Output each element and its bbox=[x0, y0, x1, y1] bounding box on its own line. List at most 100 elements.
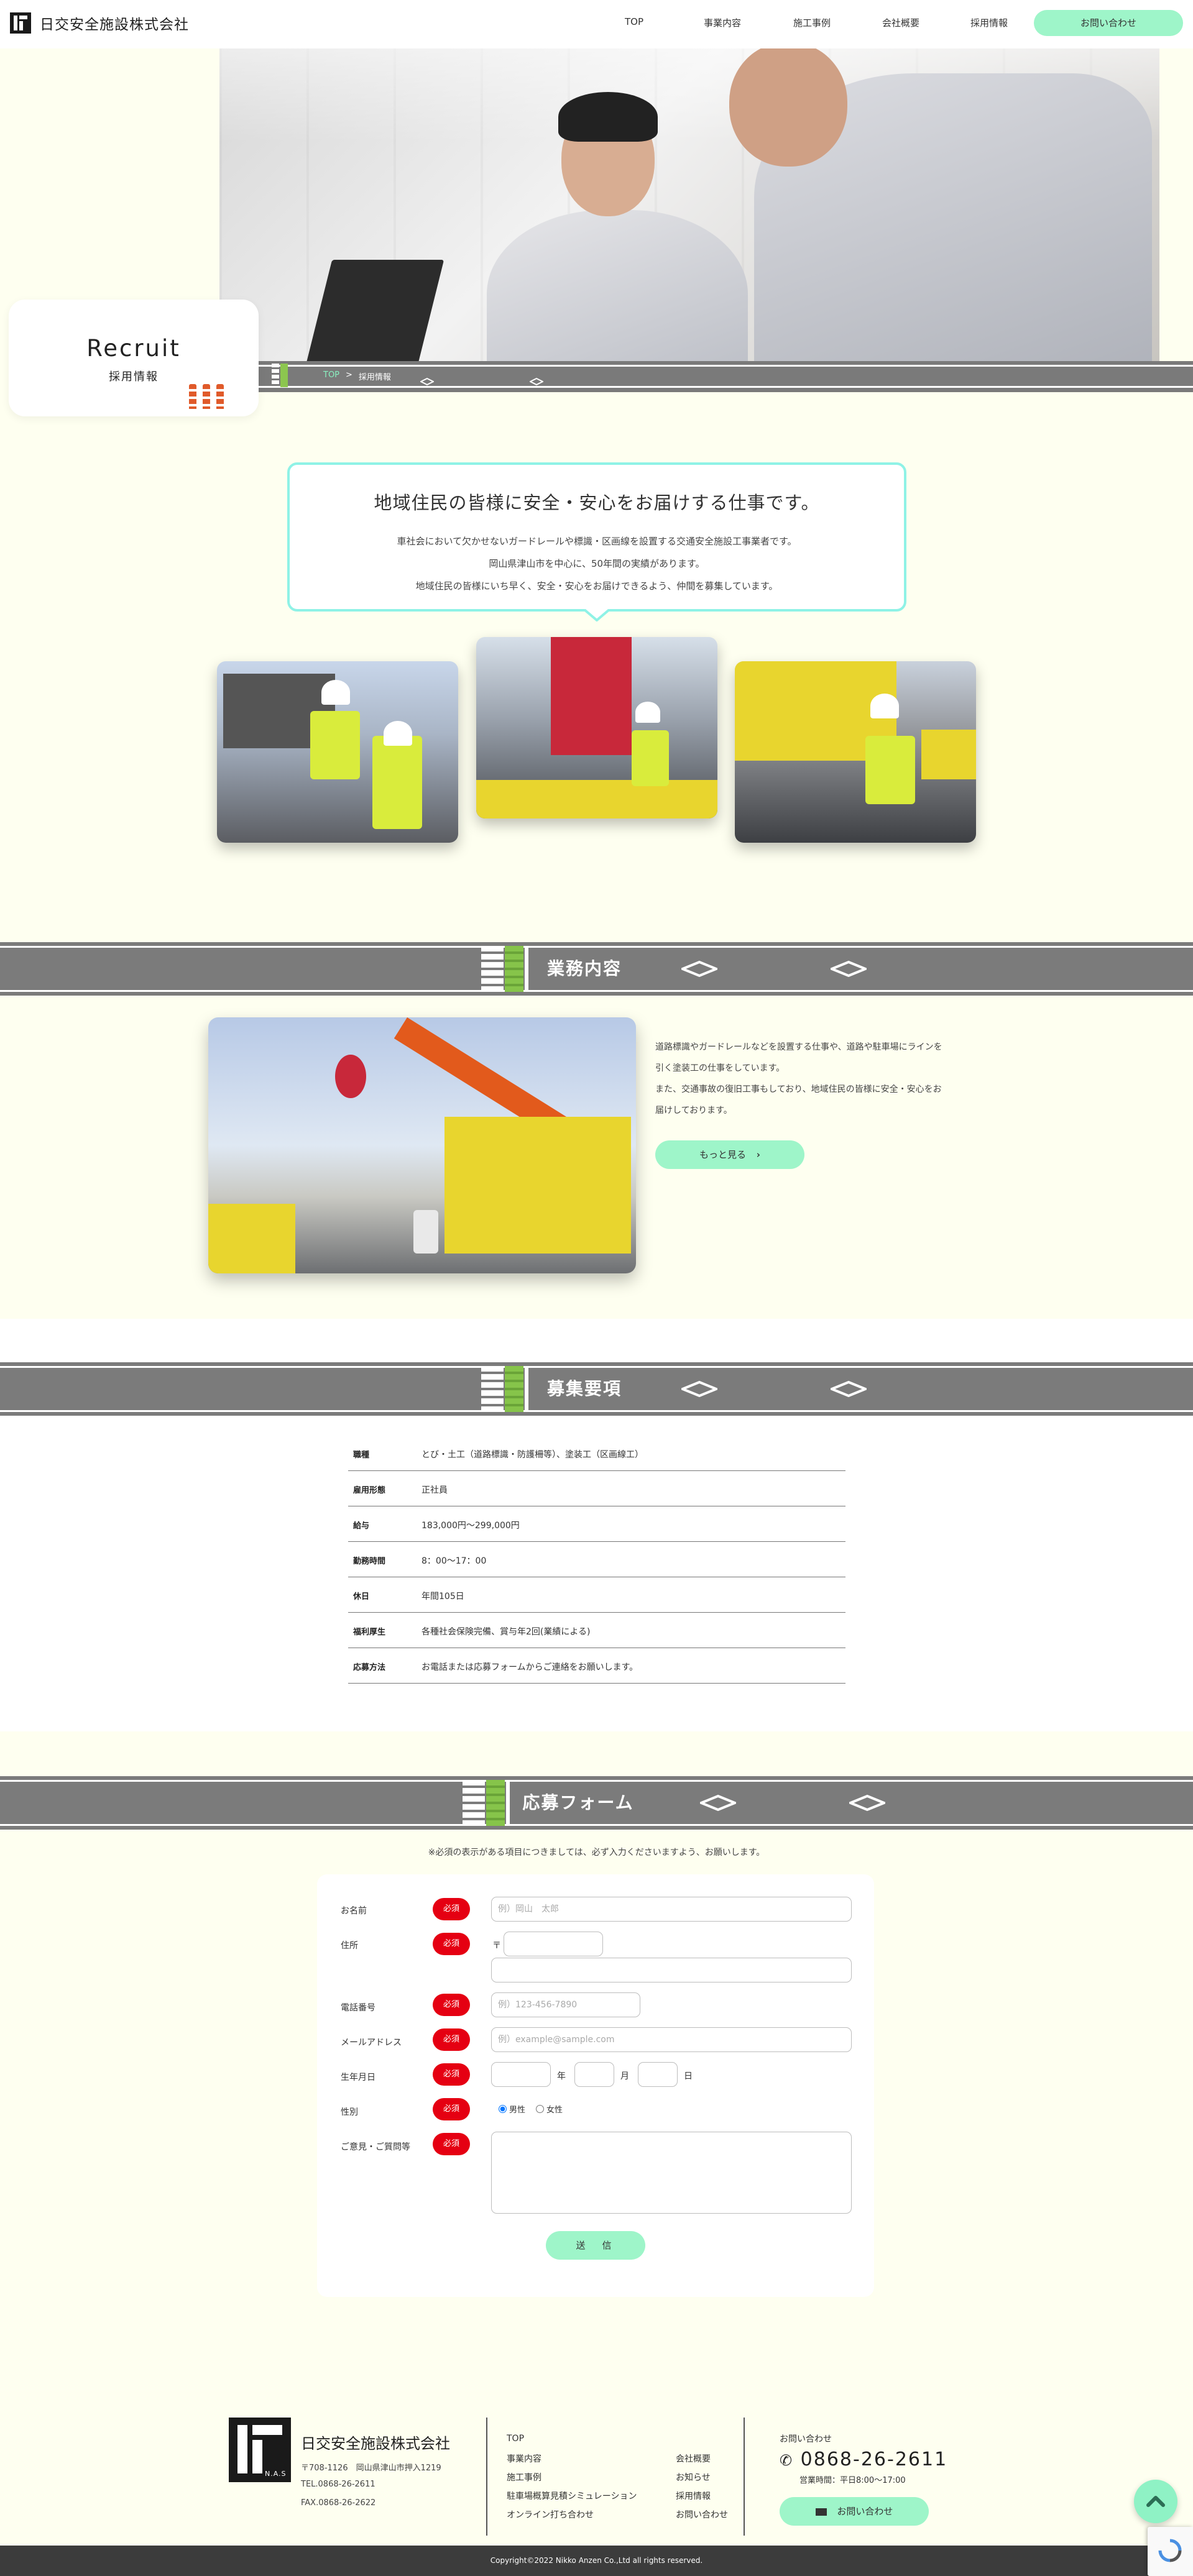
breadcrumb-current: 採用情報 bbox=[358, 373, 391, 382]
message-label: ご意見・ご質問等 bbox=[341, 2142, 410, 2152]
footer-link-business[interactable]: 事業内容 bbox=[507, 2452, 541, 2465]
recaptcha-badge[interactable] bbox=[1148, 2527, 1193, 2576]
requirements-section: 職種 とび・土工（道路標識・防護柵等）、塗装工（区画線工） 雇用形態 正社員 給… bbox=[0, 1418, 1193, 1731]
row-label: 職種 bbox=[353, 1451, 370, 1460]
business-heading: 業務内容 bbox=[528, 953, 640, 984]
footer-phone-number: 0868-26-2611 bbox=[800, 2449, 948, 2470]
footer-link-parking-estimate[interactable]: 駐車場概算見積シミュレーション bbox=[507, 2490, 637, 2502]
nav-company[interactable]: 会社概要 bbox=[882, 16, 919, 29]
footer-link-contact[interactable]: お問い合わせ bbox=[676, 2508, 728, 2521]
footer-address: 〒708-1126 岡山県津山市押入1219 bbox=[301, 2464, 441, 2473]
requirements-heading-band: 募集要項 bbox=[0, 1362, 1193, 1416]
more-button-label: もっと見る bbox=[699, 1149, 747, 1160]
message-textarea[interactable] bbox=[491, 2132, 852, 2214]
nav-business[interactable]: 事業内容 bbox=[704, 16, 741, 29]
row-value: とび・土工（道路標識・防護柵等）、塗装工（区画線工） bbox=[421, 1450, 643, 1460]
row-value: 正社員 bbox=[421, 1485, 448, 1495]
footer-phone[interactable]: ✆ 0868-26-2611 bbox=[780, 2449, 947, 2470]
photo-3-helmet bbox=[870, 694, 899, 718]
intro-line-3: 地域住民の皆様にいち早く、安全・安心をお届けできるよう、仲間を募集しています。 bbox=[415, 580, 778, 592]
road-line-bottom bbox=[219, 386, 1193, 388]
requirements-heading: 募集要項 bbox=[528, 1373, 640, 1405]
phone-icon: ✆ bbox=[780, 2452, 794, 2469]
copyright-bar: Copyright©2022 Nikko Anzen Co.,Ltd all r… bbox=[0, 2546, 1193, 2576]
day-unit: 日 bbox=[684, 2071, 693, 2081]
photo-3-worker bbox=[865, 736, 915, 804]
band-green-bar bbox=[486, 1780, 505, 1826]
form-heading: 応募フォーム bbox=[510, 1787, 647, 1818]
crane-hook bbox=[335, 1055, 366, 1098]
cone-1 bbox=[189, 384, 196, 409]
gender-male-radio[interactable] bbox=[499, 2105, 507, 2113]
gender-female-option[interactable]: 女性 bbox=[536, 2103, 563, 2115]
nav-top[interactable]: TOP bbox=[625, 16, 643, 27]
scroll-to-top-button[interactable] bbox=[1134, 2480, 1177, 2523]
birth-month-input[interactable] bbox=[574, 2062, 614, 2087]
photo-2-worker bbox=[632, 730, 669, 786]
footer-link-top[interactable]: TOP bbox=[507, 2434, 524, 2444]
footer-link-recruit[interactable]: 採用情報 bbox=[676, 2490, 711, 2502]
business-line-1: 道路標識やガードレールなどを設置する仕事や、道路や駐車場にラインを bbox=[655, 1042, 942, 1052]
hero-person-b-head bbox=[729, 48, 847, 167]
gender-female-radio[interactable] bbox=[536, 2105, 544, 2113]
row-value: 183,000円〜299,000円 bbox=[421, 1521, 520, 1531]
footer-link-cases[interactable]: 施工事例 bbox=[507, 2471, 541, 2483]
name-input[interactable] bbox=[491, 1897, 852, 1922]
hero-road-green bbox=[280, 364, 288, 387]
gender-male-option[interactable]: 男性 bbox=[499, 2103, 525, 2115]
company-logo-icon bbox=[10, 12, 31, 34]
address-input[interactable] bbox=[491, 1958, 852, 1982]
crane-truck bbox=[444, 1117, 631, 1254]
site-logo[interactable]: 日交安全施設株式会社 bbox=[10, 12, 189, 34]
footer-link-online-meeting[interactable]: オンライン打ち合わせ bbox=[507, 2508, 594, 2521]
business-line-4: 届けしております。 bbox=[655, 1106, 732, 1116]
chevron-right-icon: › bbox=[756, 1149, 760, 1160]
more-button[interactable]: もっと見る › bbox=[655, 1140, 804, 1169]
photo-1-worker-b bbox=[372, 736, 422, 829]
traffic-cones-icon bbox=[189, 384, 224, 409]
row-label: 福利厚生 bbox=[353, 1628, 386, 1637]
phone-input[interactable] bbox=[491, 1992, 640, 2017]
footer-link-company[interactable]: 会社概要 bbox=[676, 2452, 711, 2465]
nav-cases[interactable]: 施工事例 bbox=[793, 16, 831, 29]
gender-male-label: 男性 bbox=[509, 2106, 526, 2115]
cone-3 bbox=[216, 384, 224, 409]
band-diamond-2 bbox=[831, 961, 867, 977]
work-photo-1 bbox=[217, 661, 458, 843]
birthdate-label: 生年月日 bbox=[341, 2073, 375, 2083]
postal-code-input[interactable] bbox=[504, 1932, 603, 1956]
breadcrumb-top-link[interactable]: TOP bbox=[323, 370, 339, 382]
required-badge: 必須 bbox=[433, 2098, 470, 2120]
gender-female-label: 女性 bbox=[546, 2106, 563, 2115]
recaptcha-icon bbox=[1158, 2539, 1182, 2562]
breadcrumb-separator: > bbox=[346, 370, 352, 380]
row-value: 年間105日 bbox=[421, 1592, 464, 1602]
band-green-bar bbox=[505, 946, 523, 992]
phone-label: 電話番号 bbox=[341, 2003, 375, 2013]
form-heading-band: 応募フォーム bbox=[0, 1776, 1193, 1830]
footer-contact-button[interactable]: お問い合わせ bbox=[780, 2497, 929, 2526]
photo-2-drill bbox=[551, 637, 632, 755]
work-photo-2 bbox=[476, 637, 717, 818]
header-contact-button[interactable]: お問い合わせ bbox=[1034, 10, 1183, 36]
band-line-bottom bbox=[0, 1824, 1193, 1826]
business-line-2: 引く塗装工の仕事をしています。 bbox=[655, 1063, 785, 1073]
row-label: 勤務時間 bbox=[353, 1557, 386, 1566]
row-label: 雇用形態 bbox=[353, 1486, 386, 1495]
photo-2-helmet bbox=[635, 702, 660, 723]
required-badge: 必須 bbox=[433, 1994, 470, 2016]
chevron-up-icon bbox=[1146, 2496, 1165, 2507]
business-heading-band: 業務内容 bbox=[0, 942, 1193, 996]
table-row: 給与 183,000円〜299,000円 bbox=[348, 1506, 845, 1542]
intro-message-box: 地域住民の皆様に安全・安心をお届けする仕事です。 車社会において欠かせないガード… bbox=[287, 462, 906, 612]
footer-link-news[interactable]: お知らせ bbox=[676, 2471, 711, 2483]
hero-road-stripes bbox=[272, 364, 279, 387]
nav-recruit[interactable]: 採用情報 bbox=[970, 16, 1008, 29]
submit-button[interactable]: 送 信 bbox=[546, 2231, 645, 2260]
footer-fax: FAX.0868-26-2622 bbox=[301, 2498, 376, 2508]
business-worker bbox=[413, 1210, 438, 1254]
email-input[interactable] bbox=[491, 2027, 852, 2052]
band-diamond-1 bbox=[700, 1795, 736, 1811]
birth-year-input[interactable] bbox=[491, 2062, 551, 2087]
birth-day-input[interactable] bbox=[638, 2062, 678, 2087]
